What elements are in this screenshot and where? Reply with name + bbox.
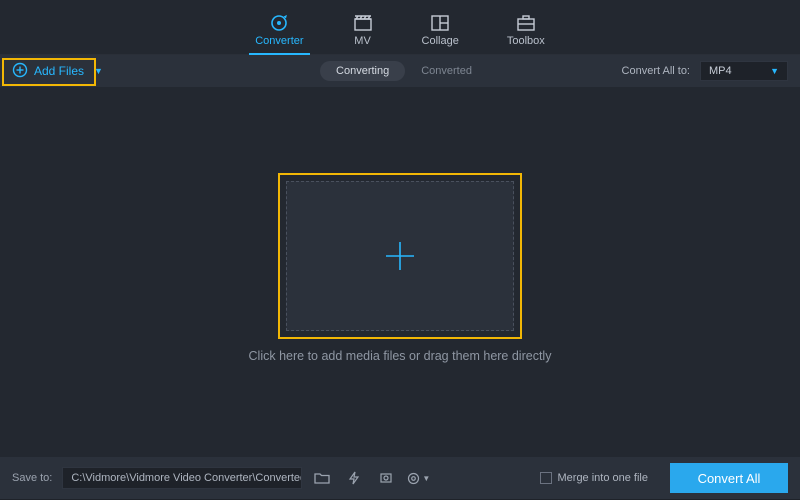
nav-label: Collage bbox=[422, 35, 459, 47]
converter-icon bbox=[268, 14, 290, 32]
drop-zone[interactable] bbox=[286, 181, 514, 331]
settings-button[interactable]: ▼ bbox=[406, 467, 430, 489]
convert-all-to-group: Convert All to: MP4 ▼ bbox=[622, 61, 788, 81]
plus-icon bbox=[380, 236, 420, 276]
checkbox-icon bbox=[540, 472, 552, 484]
briefcase-icon bbox=[515, 14, 537, 32]
nav-label: MV bbox=[354, 35, 371, 47]
folder-icon bbox=[314, 471, 330, 485]
format-value: MP4 bbox=[709, 65, 732, 77]
high-speed-button[interactable] bbox=[374, 467, 398, 489]
chevron-down-icon: ▼ bbox=[94, 66, 103, 76]
hardware-accel-button[interactable] bbox=[342, 467, 366, 489]
plus-circle-icon bbox=[12, 62, 28, 81]
nav-tab-mv[interactable]: MV bbox=[346, 8, 380, 54]
save-path-value: C:\Vidmore\Vidmore Video Converter\Conve… bbox=[71, 472, 302, 484]
nav-label: Converter bbox=[255, 35, 303, 47]
convert-all-to-label: Convert All to: bbox=[622, 65, 690, 77]
clapperboard-icon bbox=[352, 14, 374, 32]
merge-label: Merge into one file bbox=[558, 472, 649, 484]
chip-icon bbox=[378, 471, 394, 485]
add-files-label: Add Files bbox=[34, 64, 84, 78]
add-files-button[interactable]: Add Files ▼ bbox=[12, 60, 109, 83]
nav-tab-converter[interactable]: Converter bbox=[249, 8, 309, 54]
nav-tab-collage[interactable]: Collage bbox=[416, 8, 465, 54]
tab-converting[interactable]: Converting bbox=[320, 61, 405, 81]
output-format-select[interactable]: MP4 ▼ bbox=[700, 61, 788, 81]
open-folder-button[interactable] bbox=[310, 467, 334, 489]
gear-icon bbox=[406, 471, 421, 486]
bottom-bar: Save to: C:\Vidmore\Vidmore Video Conver… bbox=[0, 457, 800, 499]
nav-tab-toolbox[interactable]: Toolbox bbox=[501, 8, 551, 54]
convert-all-button[interactable]: Convert All bbox=[670, 463, 788, 493]
grid-icon bbox=[429, 14, 451, 32]
drop-zone-wrapper bbox=[286, 181, 514, 331]
top-nav: Converter MV Collage Toolbox bbox=[0, 0, 800, 55]
nav-label: Toolbox bbox=[507, 35, 545, 47]
status-tabs: Converting Converted bbox=[320, 61, 480, 81]
toolbar: Add Files ▼ Converting Converted Convert… bbox=[0, 55, 800, 87]
main-area: Click here to add media files or drag th… bbox=[0, 87, 800, 457]
lightning-icon bbox=[347, 471, 361, 485]
drop-hint-text: Click here to add media files or drag th… bbox=[249, 349, 552, 363]
tab-converted[interactable]: Converted bbox=[413, 61, 480, 81]
chevron-down-icon: ▼ bbox=[422, 474, 430, 483]
chevron-down-icon: ▼ bbox=[770, 66, 779, 76]
save-path-select[interactable]: C:\Vidmore\Vidmore Video Converter\Conve… bbox=[62, 467, 302, 489]
merge-checkbox[interactable]: Merge into one file bbox=[540, 472, 649, 484]
save-to-label: Save to: bbox=[12, 472, 52, 484]
